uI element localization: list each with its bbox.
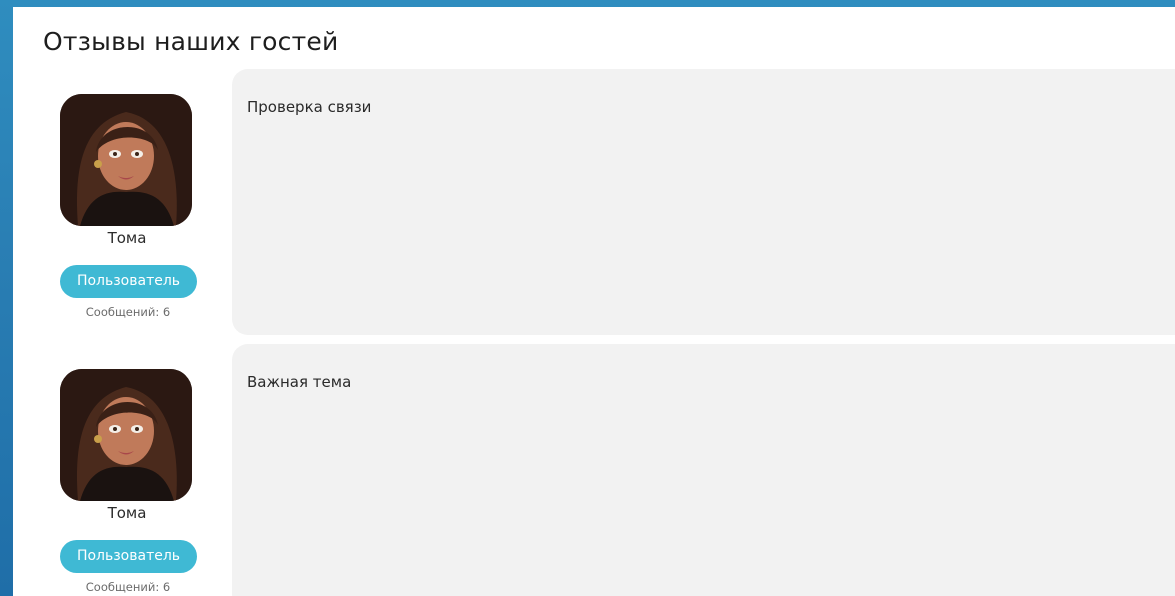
role-badge: Пользователь: [60, 265, 197, 298]
review-text: Проверка связи: [247, 98, 372, 116]
avatar-image: [60, 94, 192, 226]
review-content: Важная тема: [232, 344, 1175, 596]
role-badge: Пользователь: [60, 540, 197, 573]
reviews-panel: Отзывы наших гостей Тома Пользователь Со…: [13, 7, 1175, 596]
author-name[interactable]: Тома: [13, 504, 241, 522]
author-name[interactable]: Тома: [13, 229, 241, 247]
review-item: Тома Пользователь Сообщений: 6 Важная те…: [13, 344, 1175, 596]
review-author: Тома Пользователь Сообщений: 6: [13, 69, 231, 335]
review-text: Важная тема: [247, 373, 352, 391]
section-title: Отзывы наших гостей: [43, 27, 339, 56]
review-content: Проверка связи: [232, 69, 1175, 335]
review-item: Тома Пользователь Сообщений: 6 Проверка …: [13, 69, 1175, 335]
avatar-image: [60, 369, 192, 501]
review-author: Тома Пользователь Сообщений: 6: [13, 344, 231, 596]
message-count: Сообщений: 6: [85, 580, 171, 594]
avatar[interactable]: [60, 369, 192, 501]
avatar[interactable]: [60, 94, 192, 226]
message-count: Сообщений: 6: [85, 305, 171, 319]
